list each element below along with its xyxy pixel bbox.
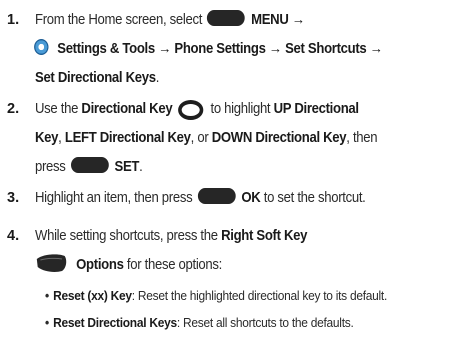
step-3-line-1: Highlight an item, then press OK to set … bbox=[35, 184, 366, 213]
ok-key-icon bbox=[197, 188, 236, 204]
options-label: Options bbox=[76, 257, 124, 273]
period: . bbox=[139, 159, 143, 175]
bullet-dot: • bbox=[45, 288, 49, 303]
left-directional-key-label: LEFT Directional Key bbox=[64, 130, 191, 146]
step-2-line-2: Key, LEFT Directional Key, or DOWN Direc… bbox=[35, 124, 378, 153]
arrow: → bbox=[291, 12, 305, 28]
bullet-dot: • bbox=[45, 315, 49, 330]
comma: , bbox=[58, 130, 62, 146]
bullet-desc: : Reset the highlighted directional key … bbox=[131, 288, 388, 303]
step-1-line-2: Settings & Tools → Phone Settings → Set … bbox=[34, 35, 383, 64]
step-text: , then bbox=[346, 130, 378, 146]
step-2-line-3: press SET. bbox=[35, 153, 143, 182]
bullet-item: • Reset (xx) Key: Reset the highlighted d… bbox=[45, 285, 387, 307]
instructions-page: 1. From the Home screen, select MENU → S… bbox=[0, 0, 470, 349]
key-label: Key bbox=[35, 130, 59, 146]
step-text: , or bbox=[190, 130, 209, 146]
menu-label: MENU bbox=[251, 12, 289, 28]
step-text: From the Home screen, select bbox=[35, 12, 203, 28]
step-text: Use the bbox=[35, 101, 79, 117]
step-2-line-1: Use the Directional Key to highlight UP … bbox=[35, 95, 359, 124]
bullet-desc: : Reset all shortcuts to the defaults. bbox=[176, 315, 354, 330]
bullet-term: Reset Directional Keys bbox=[53, 315, 177, 330]
step-number: 4. bbox=[7, 228, 20, 244]
period: . bbox=[155, 70, 160, 86]
step-number: 2. bbox=[7, 101, 20, 117]
bullet-item: • Reset Directional Keys: Reset all short… bbox=[45, 312, 354, 334]
up-directional-label: UP Directional bbox=[273, 101, 359, 117]
step-text: to highlight bbox=[210, 101, 271, 117]
right-soft-key-icon bbox=[36, 254, 67, 272]
directional-key-label: Directional Key bbox=[81, 101, 173, 117]
step-4-line-2: Options for these options: bbox=[35, 251, 222, 280]
menu-key-icon bbox=[207, 10, 246, 26]
step-text: While setting shortcuts, press the bbox=[35, 228, 218, 244]
set-key-icon bbox=[70, 157, 109, 173]
directional-key-icon bbox=[178, 100, 204, 120]
set-shortcuts-label: Set Shortcuts bbox=[285, 41, 367, 57]
step-number: 1. bbox=[7, 12, 20, 28]
step-4-line-1: While setting shortcuts, press the Right… bbox=[35, 222, 307, 251]
right-soft-key-label: Right Soft Key bbox=[221, 228, 308, 244]
step-1-line-1: From the Home screen, select MENU → bbox=[35, 6, 305, 35]
settings-tools-icon bbox=[34, 39, 49, 55]
arrow: → bbox=[369, 41, 383, 57]
phone-settings-label: Phone Settings bbox=[174, 41, 266, 57]
down-directional-key-label: DOWN Directional Key bbox=[211, 130, 347, 146]
step-1-line-3: Set Directional Keys. bbox=[35, 64, 159, 93]
step-text: press bbox=[35, 159, 66, 175]
step-text: for these options: bbox=[126, 257, 223, 273]
bullet-term: Reset (xx) Key bbox=[53, 288, 132, 303]
step-text: Highlight an item, then press bbox=[35, 190, 193, 206]
ok-label: OK bbox=[241, 190, 261, 206]
set-label: SET bbox=[114, 159, 140, 175]
set-directional-keys-label: Set Directional Keys bbox=[35, 70, 156, 86]
settings-tools-label: Settings & Tools bbox=[57, 41, 155, 57]
step-number: 3. bbox=[7, 190, 20, 206]
arrow: → bbox=[158, 41, 172, 57]
step-text: to set the shortcut. bbox=[263, 190, 366, 206]
arrow: → bbox=[268, 41, 282, 57]
